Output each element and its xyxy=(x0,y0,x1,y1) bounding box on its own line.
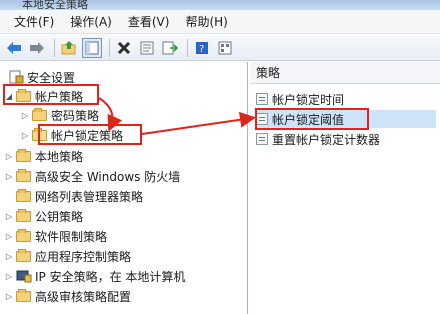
policy-setting-icon xyxy=(256,93,268,105)
console-tree-icon xyxy=(85,41,99,54)
toolbar-separator xyxy=(54,38,55,57)
toolbar: ? xyxy=(0,35,440,61)
show-hide-tree-button[interactable] xyxy=(82,37,102,58)
policy-setting-icon xyxy=(256,133,268,145)
delete-button[interactable] xyxy=(114,38,134,58)
up-folder-icon xyxy=(61,40,76,54)
tree-item-advanced-audit[interactable]: ▷ 高级审核策略配置 xyxy=(4,287,131,305)
help-icon: ? xyxy=(196,41,208,55)
back-button[interactable] xyxy=(4,38,24,58)
expand-arrow-icon[interactable]: ▷ xyxy=(4,212,14,221)
folder-icon xyxy=(16,209,32,223)
svg-text:?: ? xyxy=(199,44,204,55)
console-view-button[interactable] xyxy=(215,38,235,58)
open-folder-icon xyxy=(32,128,48,142)
folder-icon xyxy=(16,89,32,103)
properties-button[interactable] xyxy=(137,38,157,58)
collapse-arrow-icon[interactable]: ◢ xyxy=(4,92,14,101)
properties-icon xyxy=(140,41,154,54)
folder-icon xyxy=(16,249,32,263)
menu-view[interactable]: 查看(V) xyxy=(120,12,178,32)
expand-arrow-icon[interactable]: ▷ xyxy=(4,232,14,241)
toolbar-separator xyxy=(187,38,188,57)
tree-item-password-policy[interactable]: ▷ 密码策略 xyxy=(20,106,99,124)
tree-label: 公钥策略 xyxy=(35,209,84,224)
console-view-icon xyxy=(218,41,232,54)
tree-label: 本地策略 xyxy=(35,149,84,164)
tree-label: 高级审核策略配置 xyxy=(35,289,132,304)
folder-icon xyxy=(16,289,32,303)
tree-item-account-policies[interactable]: ◢ 帐户策略 xyxy=(4,87,83,105)
delete-x-icon xyxy=(117,41,131,54)
forward-button[interactable] xyxy=(27,38,47,58)
tree-item-public-key-policies[interactable]: ▷ 公钥策略 xyxy=(4,207,83,225)
tree-item-app-control[interactable]: ▷ 应用程序控制策略 xyxy=(4,247,131,265)
tree-label: 安全设置 xyxy=(27,70,76,85)
policy-setting-icon xyxy=(256,113,268,125)
tree-item-software-restriction[interactable]: ▷ 软件限制策略 xyxy=(4,227,107,245)
menu-help[interactable]: 帮助(H) xyxy=(177,12,235,32)
ip-security-icon xyxy=(16,269,32,283)
policy-row-selected[interactable]: 帐户锁定阈值 xyxy=(256,110,436,128)
expand-arrow-icon[interactable]: ▷ xyxy=(20,131,30,140)
tree-label: 帐户锁定策略 xyxy=(51,128,124,143)
tree-label: 应用程序控制策略 xyxy=(35,249,132,264)
expand-arrow-icon[interactable]: ▷ xyxy=(4,292,14,301)
policy-label: 重置帐户锁定计数器 xyxy=(272,132,381,147)
expand-arrow-icon[interactable]: ▷ xyxy=(4,152,14,161)
details-pane[interactable]: 策略 帐户锁定时间 帐户锁定阈值 重置帐户锁定计数器 xyxy=(250,62,440,314)
policy-label: 帐户锁定时间 xyxy=(272,92,345,107)
forward-arrow-icon xyxy=(30,41,44,54)
menu-file[interactable]: 文件(F) xyxy=(6,12,62,32)
menu-bar: 文件(F) 操作(A) 查看(V) 帮助(H) xyxy=(0,10,440,34)
toolbar-separator xyxy=(109,38,110,57)
folder-icon xyxy=(16,169,32,183)
tree-item-account-lockout-policy[interactable]: ▷ 帐户锁定策略 xyxy=(20,126,123,144)
tree-root-security-settings[interactable]: 安全设置 xyxy=(6,68,75,86)
folder-icon xyxy=(16,149,32,163)
policy-row[interactable]: 重置帐户锁定计数器 xyxy=(256,130,436,148)
help-button[interactable]: ? xyxy=(192,38,212,58)
tree-label: 网络列表管理器策略 xyxy=(35,189,144,204)
title-bar: 本地安全策略 xyxy=(0,0,440,11)
folder-icon xyxy=(16,189,32,203)
up-folder-button[interactable] xyxy=(59,38,79,58)
expand-arrow-icon[interactable]: ▷ xyxy=(4,252,14,261)
expand-arrow-icon[interactable]: ▷ xyxy=(20,111,30,120)
policy-label: 帐户锁定阈值 xyxy=(272,112,345,127)
security-settings-icon xyxy=(8,70,24,84)
back-arrow-icon xyxy=(7,41,21,54)
menu-action[interactable]: 操作(A) xyxy=(62,12,120,32)
tree-label: 软件限制策略 xyxy=(35,229,108,244)
expand-arrow-icon[interactable]: ▷ xyxy=(4,272,14,281)
export-list-button[interactable] xyxy=(160,38,180,58)
tree-label: 帐户策略 xyxy=(35,89,84,104)
policy-row[interactable]: 帐户锁定时间 xyxy=(256,90,436,108)
tree-label: 密码策略 xyxy=(51,108,100,123)
console-tree[interactable]: 安全设置 ◢ 帐户策略 ▷ 密码策略 ▷ 帐户锁定策略 ▷ 本地策略 ▷ 高级安… xyxy=(0,62,248,314)
tree-label: IP 安全策略，在 本地计算机 xyxy=(35,269,186,284)
expand-arrow-icon[interactable]: ▷ xyxy=(4,172,14,181)
column-header-policy[interactable]: 策略 xyxy=(250,62,440,84)
tree-item-ip-security[interactable]: ▷ IP 安全策略，在 本地计算机 xyxy=(4,267,185,285)
tree-label: 高级安全 Windows 防火墙 xyxy=(35,169,181,184)
folder-icon xyxy=(32,108,48,122)
folder-icon xyxy=(16,229,32,243)
tree-item-firewall[interactable]: ▷ 高级安全 Windows 防火墙 xyxy=(4,167,180,185)
tree-item-local-policies[interactable]: ▷ 本地策略 xyxy=(4,147,83,165)
tree-item-network-list-manager[interactable]: 网络列表管理器策略 xyxy=(4,187,143,205)
export-list-icon xyxy=(162,41,178,54)
